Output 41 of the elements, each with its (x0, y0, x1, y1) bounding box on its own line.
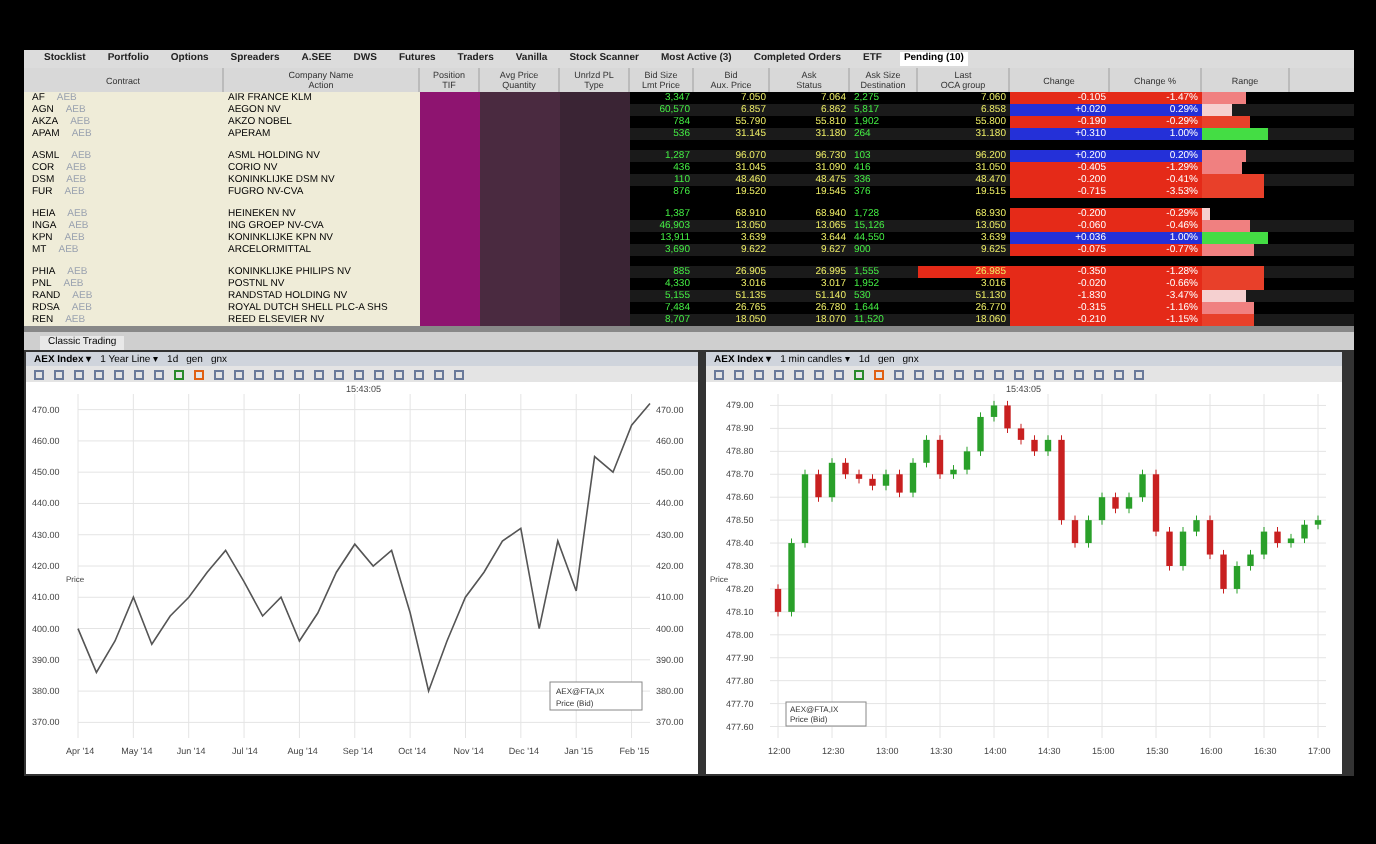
candle (990, 400, 998, 422)
candle (1125, 492, 1133, 514)
candle (896, 469, 903, 498)
candle (1247, 549, 1254, 572)
candle (842, 457, 849, 480)
candle (936, 434, 944, 480)
candle (1301, 519, 1308, 544)
candle (1071, 515, 1079, 549)
candle (1260, 526, 1268, 560)
candle (774, 583, 782, 617)
candle (1017, 423, 1025, 445)
candle (923, 434, 930, 468)
candle (1058, 434, 1065, 526)
candle (1044, 434, 1052, 457)
candle (801, 469, 809, 549)
candle (828, 457, 836, 503)
candle (1274, 526, 1281, 549)
candle (869, 473, 876, 491)
candle (882, 469, 890, 491)
candle (1220, 549, 1227, 594)
candle (909, 457, 917, 498)
candle (1206, 515, 1214, 560)
candle (815, 469, 822, 503)
candle (1193, 515, 1200, 537)
candle (1314, 515, 1322, 530)
candle (1179, 526, 1187, 572)
candle (1139, 469, 1146, 503)
candle (1085, 515, 1092, 549)
candle (977, 411, 984, 457)
candle (1233, 560, 1241, 594)
candle (1098, 492, 1106, 526)
candle (788, 538, 795, 617)
candle (1112, 492, 1119, 514)
candle (950, 464, 957, 480)
candle (1287, 533, 1295, 549)
candle (1004, 400, 1011, 434)
candle (963, 446, 971, 475)
candle (1152, 469, 1160, 537)
candle (855, 469, 863, 484)
candle (1031, 434, 1038, 457)
candle (1166, 526, 1173, 572)
